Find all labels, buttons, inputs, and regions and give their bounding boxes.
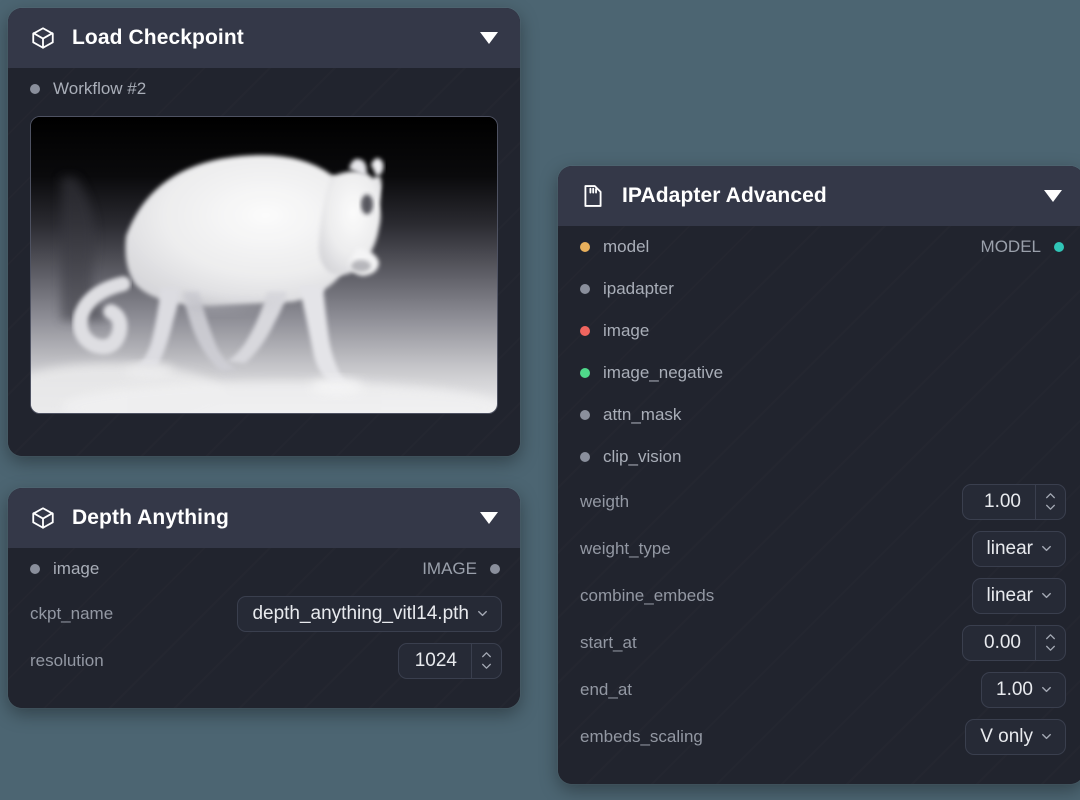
node-depth-anything[interactable]: Depth Anything image IMAGE ckpt_name dep… xyxy=(8,488,520,708)
slot-label: attn_mask xyxy=(603,405,681,425)
node-header[interactable]: Load Checkpoint xyxy=(8,8,520,68)
node-title: Depth Anything xyxy=(72,506,464,530)
weigth-stepper[interactable]: 1.00 xyxy=(962,484,1066,520)
triangle-down-icon[interactable] xyxy=(480,32,498,44)
slot-label: model xyxy=(603,237,649,257)
widget-ckpt-name[interactable]: ckpt_name depth_anything_vitl14.pth xyxy=(8,590,520,637)
slot-label: clip_vision xyxy=(603,447,681,467)
box-icon xyxy=(30,25,56,51)
resolution-value[interactable]: 1024 xyxy=(399,644,471,678)
resolution-stepper[interactable]: 1024 xyxy=(398,643,502,679)
widget-start-at[interactable]: start_at 0.00 xyxy=(558,619,1080,666)
slot-label: image xyxy=(53,559,99,579)
node-body: Workflow #2 xyxy=(8,68,520,456)
slot-image-negative[interactable]: image_negative xyxy=(558,352,1080,394)
widget-resolution[interactable]: resolution 1024 xyxy=(8,637,520,684)
embeds-scaling-value: V only xyxy=(966,720,1039,754)
stepper-arrows-icon[interactable] xyxy=(1035,485,1065,519)
node-load-checkpoint[interactable]: Load Checkpoint Workflow #2 xyxy=(8,8,520,456)
widget-label: embeds_scaling xyxy=(580,727,703,747)
slot-label: ipadapter xyxy=(603,279,674,299)
depth-map-preview xyxy=(30,116,498,414)
slot-output-type: MODEL xyxy=(981,237,1041,257)
triangle-down-icon[interactable] xyxy=(480,512,498,524)
widget-label: weigth xyxy=(580,492,629,512)
depth-map-image xyxy=(31,117,497,413)
slot-label: image_negative xyxy=(603,363,723,383)
start-at-value[interactable]: 0.00 xyxy=(963,626,1035,660)
ckpt-name-select[interactable]: depth_anything_vitl14.pth xyxy=(237,596,502,632)
slot-input-dot[interactable] xyxy=(580,284,590,294)
node-body: model MODEL ipadapter image xyxy=(558,226,1080,784)
node-graph-canvas[interactable]: Load Checkpoint Workflow #2 xyxy=(0,0,1080,800)
slot-input-dot[interactable] xyxy=(580,452,590,462)
slot-input-dot[interactable] xyxy=(580,410,590,420)
chevron-down-icon[interactable] xyxy=(475,597,501,631)
node-title: Load Checkpoint xyxy=(72,26,464,50)
slot-input-dot[interactable] xyxy=(580,242,590,252)
end-at-select[interactable]: 1.00 xyxy=(981,672,1066,708)
slot-input-dot[interactable] xyxy=(580,326,590,336)
slot-output-dot[interactable] xyxy=(1054,242,1064,252)
slot-output-dot[interactable] xyxy=(490,564,500,574)
widget-weigth[interactable]: weigth 1.00 xyxy=(558,478,1080,525)
chevron-down-icon[interactable] xyxy=(1039,579,1065,613)
combine-embeds-select[interactable]: linear xyxy=(972,578,1066,614)
node-title: IPAdapter Advanced xyxy=(622,184,1028,208)
triangle-down-icon[interactable] xyxy=(1044,190,1062,202)
weigth-value[interactable]: 1.00 xyxy=(963,485,1035,519)
embeds-scaling-select[interactable]: V only xyxy=(965,719,1066,755)
node-ipadapter-advanced[interactable]: IPAdapter Advanced model MODEL ipadapter xyxy=(558,166,1080,784)
combine-embeds-value: linear xyxy=(973,579,1039,613)
widget-label: end_at xyxy=(580,680,632,700)
slot-attn-mask[interactable]: attn_mask xyxy=(558,394,1080,436)
memory-card-icon xyxy=(580,183,606,209)
ckpt-name-value: depth_anything_vitl14.pth xyxy=(238,597,475,631)
node-header[interactable]: Depth Anything xyxy=(8,488,520,548)
box-icon xyxy=(30,505,56,531)
widget-weight-type[interactable]: weight_type linear xyxy=(558,525,1080,572)
widget-label: ckpt_name xyxy=(30,604,113,624)
node-subtitle-label: Workflow #2 xyxy=(53,79,146,99)
node-subtitle-row: Workflow #2 xyxy=(8,68,520,110)
widget-label: combine_embeds xyxy=(580,586,714,606)
slot-output-type: IMAGE xyxy=(422,559,477,579)
slot-clip-vision[interactable]: clip_vision xyxy=(558,436,1080,478)
widget-embeds-scaling[interactable]: embeds_scaling V only xyxy=(558,713,1080,760)
weight-type-select[interactable]: linear xyxy=(972,531,1066,567)
slot-model[interactable]: model MODEL xyxy=(558,226,1080,268)
weight-type-value: linear xyxy=(973,532,1039,566)
widget-label: weight_type xyxy=(580,539,671,559)
chevron-down-icon[interactable] xyxy=(1039,720,1065,754)
widget-combine-embeds[interactable]: combine_embeds linear xyxy=(558,572,1080,619)
node-header[interactable]: IPAdapter Advanced xyxy=(558,166,1080,226)
chevron-down-icon[interactable] xyxy=(1039,673,1065,707)
slot-image[interactable]: image IMAGE xyxy=(8,548,520,590)
start-at-stepper[interactable]: 0.00 xyxy=(962,625,1066,661)
stepper-arrows-icon[interactable] xyxy=(1035,626,1065,660)
widget-label: start_at xyxy=(580,633,637,653)
slot-label: image xyxy=(603,321,649,341)
end-at-value: 1.00 xyxy=(982,673,1039,707)
node-body: image IMAGE ckpt_name depth_anything_vit… xyxy=(8,548,520,708)
slot-ipadapter[interactable]: ipadapter xyxy=(558,268,1080,310)
widget-label: resolution xyxy=(30,651,104,671)
slot-image[interactable]: image xyxy=(558,310,1080,352)
subtitle-dot xyxy=(30,84,40,94)
slot-input-dot[interactable] xyxy=(580,368,590,378)
slot-input-dot[interactable] xyxy=(30,564,40,574)
widget-end-at[interactable]: end_at 1.00 xyxy=(558,666,1080,713)
chevron-down-icon[interactable] xyxy=(1039,532,1065,566)
stepper-arrows-icon[interactable] xyxy=(471,644,501,678)
